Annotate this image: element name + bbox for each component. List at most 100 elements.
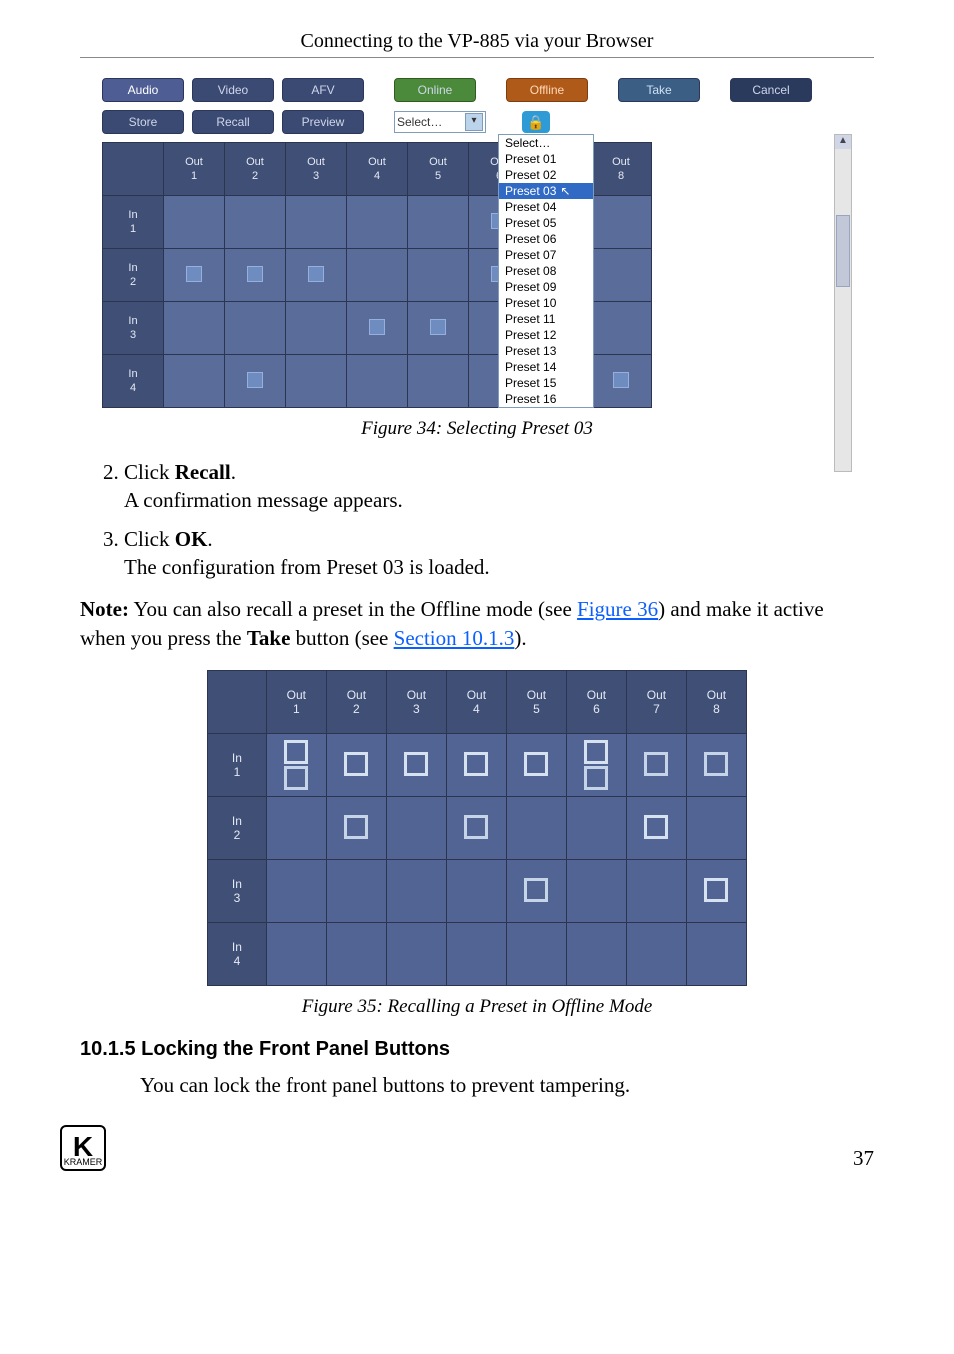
scroll-thumb[interactable] <box>836 215 850 287</box>
route-marker-icon <box>704 878 728 902</box>
preset-option[interactable]: Preset 16 <box>499 391 593 407</box>
preset-option[interactable]: Preset 11 <box>499 311 593 327</box>
matrix-cell[interactable] <box>386 860 446 923</box>
matrix-cell[interactable] <box>266 923 326 986</box>
matrix-cell[interactable] <box>591 196 652 249</box>
matrix-cell[interactable] <box>566 734 626 797</box>
matrix-cell[interactable] <box>286 196 347 249</box>
matrix-cell[interactable] <box>266 797 326 860</box>
preset-option[interactable]: Preset 15 <box>499 375 593 391</box>
matrix-cell[interactable] <box>225 355 286 408</box>
matrix-cell[interactable] <box>686 734 746 797</box>
scrollbar[interactable]: ▲ <box>834 134 852 472</box>
matrix-cell[interactable] <box>386 797 446 860</box>
matrix-row-header: In3 <box>103 302 164 355</box>
matrix-col-header: Out5 <box>506 671 566 734</box>
matrix-cell[interactable] <box>347 355 408 408</box>
matrix-cell[interactable] <box>626 860 686 923</box>
store-button[interactable]: Store <box>102 110 184 134</box>
matrix-cell[interactable] <box>626 734 686 797</box>
matrix-cell[interactable] <box>326 797 386 860</box>
matrix-cell[interactable] <box>566 923 626 986</box>
matrix-cell[interactable] <box>225 302 286 355</box>
matrix-cell[interactable] <box>408 196 469 249</box>
matrix-cell[interactable] <box>566 860 626 923</box>
preset-option[interactable]: Preset 10 <box>499 295 593 311</box>
matrix-cell[interactable] <box>408 302 469 355</box>
matrix-cell[interactable] <box>386 734 446 797</box>
matrix-cell[interactable] <box>286 249 347 302</box>
preview-button[interactable]: Preview <box>282 110 364 134</box>
tab-audio[interactable]: Audio <box>102 78 184 102</box>
preset-option[interactable]: Preset 06 <box>499 231 593 247</box>
matrix-row-header: In1 <box>208 734 267 797</box>
matrix-cell[interactable] <box>446 923 506 986</box>
recall-button[interactable]: Recall <box>192 110 274 134</box>
tab-afv[interactable]: AFV <box>282 78 364 102</box>
preset-option[interactable]: Preset 09 <box>499 279 593 295</box>
matrix-cell[interactable] <box>164 249 225 302</box>
matrix-cell[interactable] <box>506 860 566 923</box>
matrix-cell[interactable] <box>386 923 446 986</box>
figure-34-caption: Figure 34: Selecting Preset 03 <box>80 418 874 440</box>
matrix-cell[interactable] <box>591 355 652 408</box>
section-10-1-3-link[interactable]: Section 10.1.3 <box>394 626 515 650</box>
matrix-cell[interactable] <box>686 797 746 860</box>
preset-option-selected[interactable]: Preset 03↖ <box>499 183 593 199</box>
cancel-button[interactable]: Cancel <box>730 78 812 102</box>
matrix-cell[interactable] <box>626 797 686 860</box>
matrix-col-header: Out2 <box>326 671 386 734</box>
matrix-cell[interactable] <box>266 860 326 923</box>
matrix-cell[interactable] <box>326 860 386 923</box>
preset-option[interactable]: Preset 14 <box>499 359 593 375</box>
preset-select[interactable]: Select… ▾ <box>394 111 486 133</box>
matrix-cell[interactable] <box>686 923 746 986</box>
preset-option[interactable]: Preset 07 <box>499 247 593 263</box>
preset-option[interactable]: Preset 04 <box>499 199 593 215</box>
matrix-cell[interactable] <box>506 734 566 797</box>
matrix-cell[interactable] <box>164 196 225 249</box>
matrix-cell[interactable] <box>347 249 408 302</box>
preset-option[interactable]: Preset 13 <box>499 343 593 359</box>
matrix-cell[interactable] <box>446 797 506 860</box>
tab-video[interactable]: Video <box>192 78 274 102</box>
tab-online[interactable]: Online <box>394 78 476 102</box>
chevron-down-icon[interactable]: ▾ <box>465 113 483 131</box>
preset-option[interactable]: Preset 05 <box>499 215 593 231</box>
matrix-cell[interactable] <box>347 196 408 249</box>
matrix-col-header: Out4 <box>446 671 506 734</box>
figure-36-link[interactable]: Figure 36 <box>577 597 658 621</box>
matrix-cell[interactable] <box>326 923 386 986</box>
scroll-up-icon[interactable]: ▲ <box>835 135 851 149</box>
matrix-cell[interactable] <box>591 249 652 302</box>
matrix-cell[interactable] <box>446 734 506 797</box>
preset-option[interactable]: Preset 08 <box>499 263 593 279</box>
matrix-cell[interactable] <box>225 196 286 249</box>
matrix-cell[interactable] <box>164 302 225 355</box>
matrix-cell[interactable] <box>506 923 566 986</box>
preset-option[interactable]: Select… <box>499 135 593 151</box>
matrix-cell[interactable] <box>266 734 326 797</box>
matrix-cell[interactable] <box>225 249 286 302</box>
preset-option[interactable]: Preset 12 <box>499 327 593 343</box>
lock-button[interactable]: 🔒 <box>522 111 550 133</box>
matrix-cell[interactable] <box>626 923 686 986</box>
matrix-cell[interactable] <box>566 797 626 860</box>
matrix-cell[interactable] <box>286 355 347 408</box>
preset-dropdown[interactable]: Select… Preset 01 Preset 02 Preset 03↖ P… <box>498 134 594 408</box>
matrix-cell[interactable] <box>591 302 652 355</box>
matrix-cell[interactable] <box>408 355 469 408</box>
step-2-result: A confirmation message appears. <box>124 488 403 512</box>
matrix-cell[interactable] <box>326 734 386 797</box>
matrix-cell[interactable] <box>408 249 469 302</box>
matrix-cell[interactable] <box>347 302 408 355</box>
tab-offline[interactable]: Offline <box>506 78 588 102</box>
matrix-cell[interactable] <box>686 860 746 923</box>
matrix-cell[interactable] <box>164 355 225 408</box>
matrix-cell[interactable] <box>506 797 566 860</box>
preset-option[interactable]: Preset 02 <box>499 167 593 183</box>
preset-option[interactable]: Preset 01 <box>499 151 593 167</box>
matrix-cell[interactable] <box>446 860 506 923</box>
matrix-cell[interactable] <box>286 302 347 355</box>
take-button[interactable]: Take <box>618 78 700 102</box>
